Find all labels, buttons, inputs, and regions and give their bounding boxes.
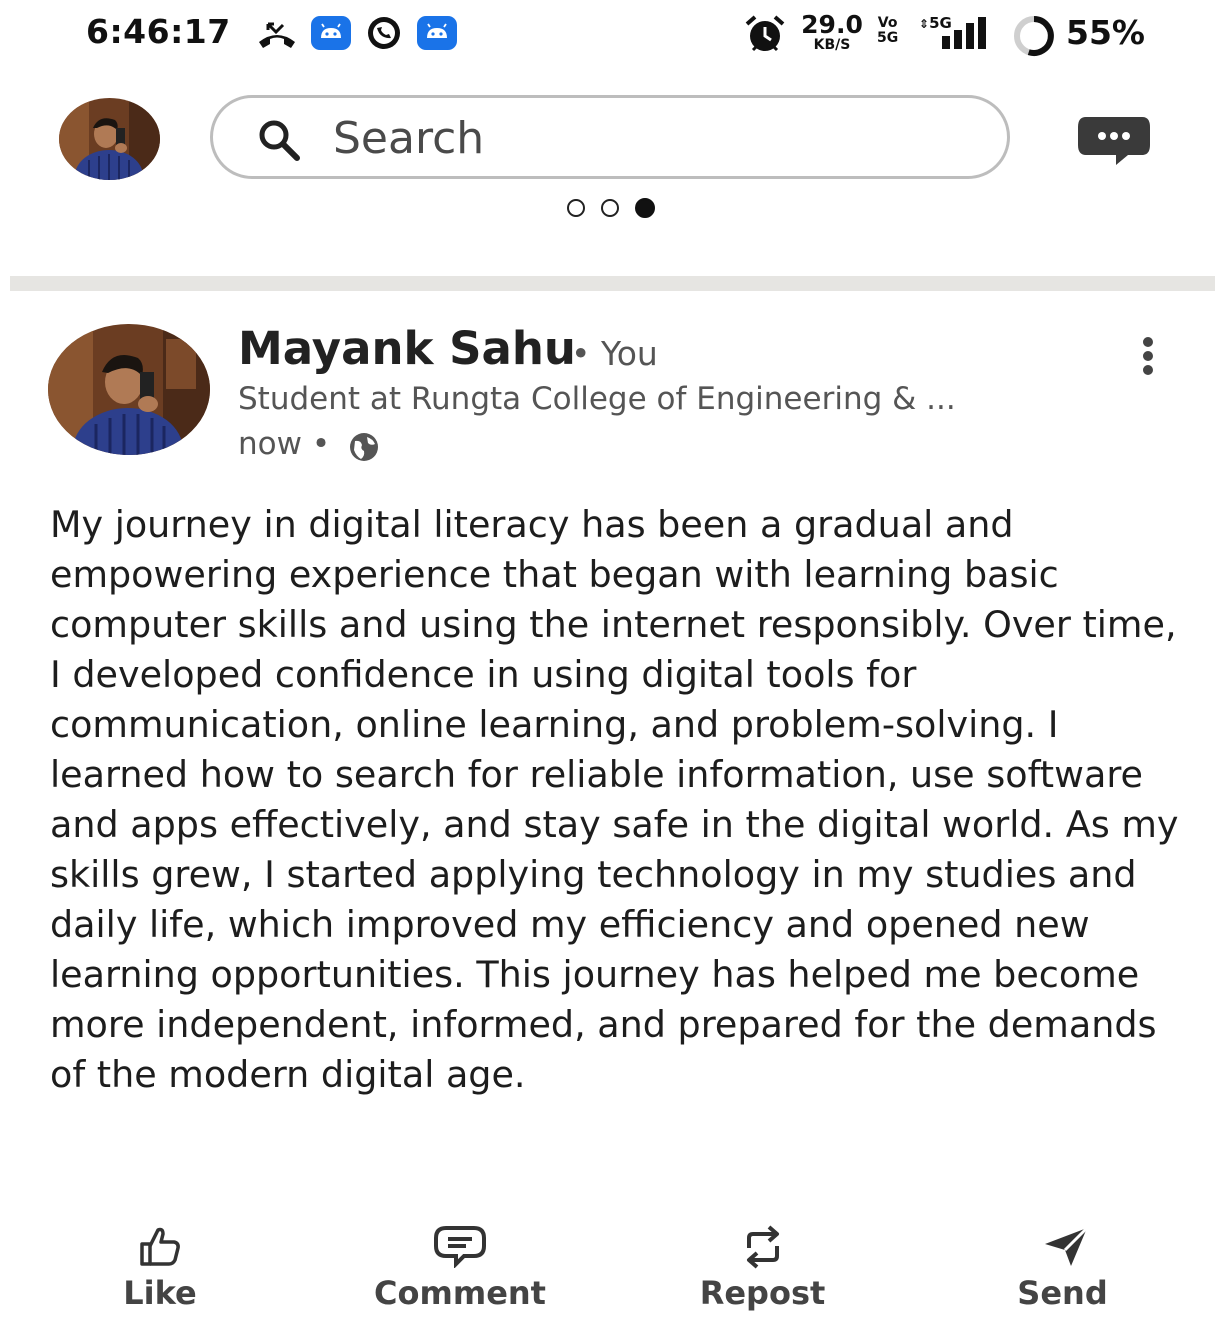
volte-top: Vo bbox=[877, 15, 898, 31]
author-headline: Student at Rungta College of Engineering… bbox=[238, 381, 956, 417]
profile-avatar-button[interactable] bbox=[59, 98, 160, 180]
alarm-icon bbox=[743, 14, 787, 58]
network-speed-value: 29.0 bbox=[801, 10, 863, 39]
page-dot-active bbox=[635, 198, 655, 218]
volte-bottom: 5G bbox=[877, 29, 899, 46]
page-dot bbox=[567, 199, 585, 217]
status-bar: 6:46:17 29.0 KB/S Vo 5G ⇕5G 55% bbox=[0, 0, 1218, 72]
more-options-icon[interactable] bbox=[1138, 336, 1158, 380]
like-label: Like bbox=[123, 1274, 197, 1312]
network-speed-unit: KB/S bbox=[813, 37, 851, 53]
missed-call-icon bbox=[256, 20, 298, 54]
post-body-text: My journey in digital literacy has been … bbox=[50, 503, 1179, 1096]
search-bar[interactable]: Search bbox=[210, 95, 1010, 179]
comment-icon bbox=[432, 1224, 488, 1272]
like-icon bbox=[136, 1224, 184, 1272]
comment-label: Comment bbox=[374, 1274, 546, 1312]
author-relation: • You bbox=[571, 334, 658, 373]
post-timestamp: now • bbox=[238, 426, 331, 462]
search-placeholder: Search bbox=[333, 113, 485, 164]
status-time: 6:46:17 bbox=[86, 12, 231, 51]
network-speed: 29.0 KB/S bbox=[800, 12, 864, 52]
android-app-icon bbox=[311, 16, 351, 50]
android-app-icon-2 bbox=[417, 16, 457, 50]
battery-icon bbox=[1010, 14, 1058, 62]
repost-button[interactable]: Repost bbox=[690, 1224, 835, 1324]
chat-app-icon bbox=[364, 15, 404, 55]
volte-indicator: Vo 5G bbox=[877, 16, 898, 45]
page-dot bbox=[601, 199, 619, 217]
section-divider bbox=[10, 276, 1215, 291]
comment-button[interactable]: Comment bbox=[360, 1224, 560, 1324]
messaging-icon[interactable] bbox=[1076, 115, 1152, 171]
author-name[interactable]: Mayank Sahu bbox=[238, 322, 576, 375]
like-button[interactable]: Like bbox=[100, 1224, 220, 1324]
author-avatar[interactable] bbox=[48, 324, 210, 455]
send-button[interactable]: Send bbox=[1005, 1224, 1120, 1324]
repost-label: Repost bbox=[699, 1274, 826, 1312]
repost-icon bbox=[741, 1224, 785, 1274]
search-icon bbox=[255, 118, 305, 166]
signal-icon bbox=[940, 16, 996, 54]
send-label: Send bbox=[1017, 1274, 1108, 1312]
send-icon bbox=[1043, 1224, 1089, 1272]
globe-icon bbox=[347, 432, 381, 466]
page-indicator bbox=[565, 198, 660, 221]
battery-percent: 55% bbox=[1066, 13, 1145, 52]
